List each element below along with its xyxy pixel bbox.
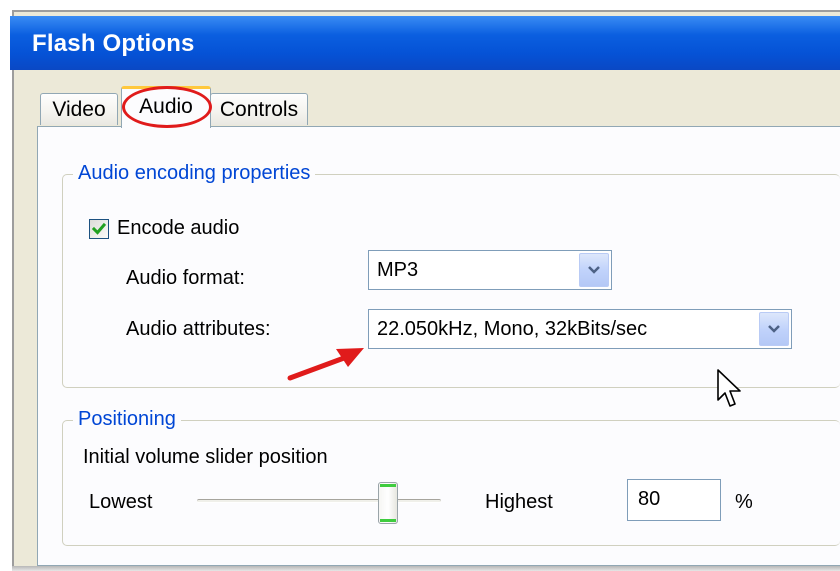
audio-attributes-label: Audio attributes:: [126, 318, 271, 340]
audio-encoding-legend: Audio encoding properties: [73, 162, 316, 185]
audio-format-select[interactable]: MP3: [368, 250, 612, 290]
encode-audio-label: Encode audio: [117, 217, 240, 239]
volume-value-input[interactable]: 80: [627, 479, 721, 521]
red-arrow-icon: [287, 348, 364, 381]
lowest-label: Lowest: [89, 491, 153, 513]
volume-slider-track[interactable]: [197, 499, 441, 503]
audio-format-value: MP3: [377, 259, 419, 281]
audio-attributes-value: 22.050kHz, Mono, 32kBits/sec: [377, 318, 648, 340]
positioning-groupbox: Positioning: [62, 408, 840, 546]
tab-audio[interactable]: Audio: [121, 86, 211, 128]
checkmark-icon: [91, 222, 107, 235]
audio-attributes-select[interactable]: 22.050kHz, Mono, 32kBits/sec: [368, 309, 792, 349]
tab-controls-label: Controls: [219, 98, 299, 121]
audio-format-label: Audio format:: [126, 267, 245, 289]
audio-attributes-dropdown-button[interactable]: [759, 312, 789, 346]
volume-slider-thumb[interactable]: [378, 482, 398, 524]
tab-video-label: Video: [52, 98, 106, 121]
tab-audio-label: Audio: [139, 95, 193, 118]
tab-controls[interactable]: Controls: [210, 93, 308, 125]
audio-format-dropdown-button[interactable]: [579, 253, 609, 287]
volume-value: 80: [638, 488, 661, 510]
chevron-down-icon: [768, 325, 780, 333]
encode-audio-checkbox[interactable]: [89, 219, 109, 239]
window-shadow: [12, 566, 840, 571]
title-bar[interactable]: Flash Options: [10, 16, 840, 70]
highest-label: Highest: [485, 491, 553, 513]
tab-video[interactable]: Video: [40, 93, 118, 125]
chevron-down-icon: [588, 266, 600, 274]
positioning-legend: Positioning: [73, 408, 181, 431]
window-title: Flash Options: [32, 30, 195, 57]
mouse-cursor-icon: [717, 369, 741, 407]
percent-unit: %: [735, 491, 753, 513]
slider-caption: Initial volume slider position: [83, 446, 328, 468]
screenshot-frame: Flash Options Video Audio Controls Audio…: [0, 0, 840, 571]
